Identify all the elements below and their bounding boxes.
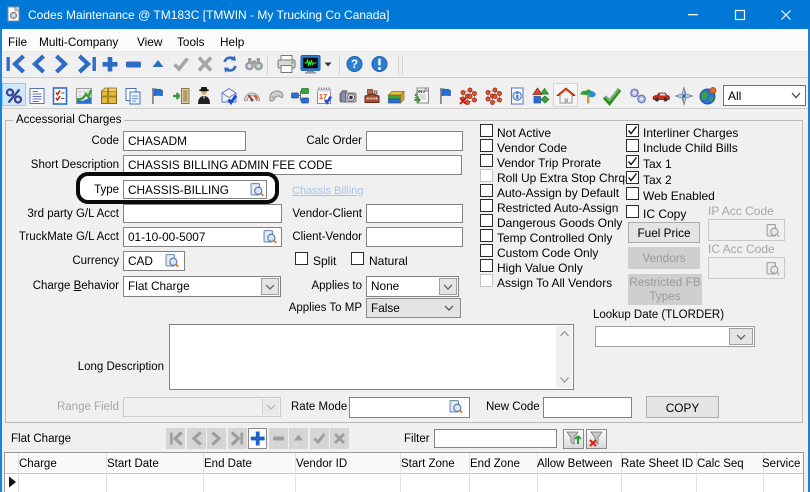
svg-text:?: ? (351, 59, 358, 71)
svg-text:INV: INV (418, 89, 427, 95)
